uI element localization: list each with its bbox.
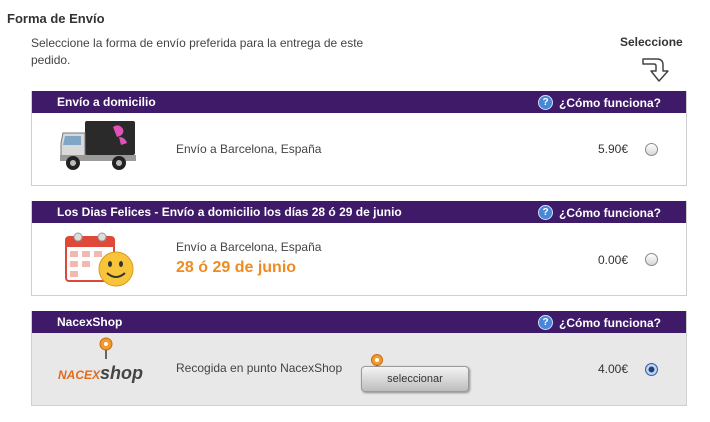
intro-text: Seleccione la forma de envío preferida p… xyxy=(31,36,364,67)
how-it-works-label[interactable]: ¿Cómo funciona? xyxy=(559,206,661,220)
option-radio[interactable] xyxy=(645,253,658,266)
option-radio[interactable] xyxy=(645,363,658,376)
shipping-option-happy-days[interactable]: Los Dias Felices - Envío a domicilio los… xyxy=(31,201,687,296)
how-it-works-link[interactable]: ? ¿Cómo funciona? xyxy=(538,315,661,330)
help-icon[interactable]: ? xyxy=(538,315,553,330)
option-header: Envío a domicilio ? ¿Cómo funciona? xyxy=(32,91,686,113)
how-it-works-link[interactable]: ? ¿Cómo funciona? xyxy=(538,95,661,110)
option-description: Recogida en punto NacexShop xyxy=(176,361,343,375)
how-it-works-label[interactable]: ¿Cómo funciona? xyxy=(559,96,661,110)
option-header: NacexShop ? ¿Cómo funciona? xyxy=(32,311,686,333)
select-pickup-point-button[interactable]: seleccionar xyxy=(361,366,469,392)
page-title: Forma de Envío xyxy=(7,11,105,26)
option-title: Los Dias Felices - Envío a domicilio los… xyxy=(57,205,402,219)
how-it-works-link[interactable]: ? ¿Cómo funciona? xyxy=(538,205,661,220)
option-description: Envío a Barcelona, España xyxy=(176,240,322,254)
shipping-option-home-delivery[interactable]: Envío a domicilio ? ¿Cómo funciona? Enví… xyxy=(31,91,687,186)
option-title: Envío a domicilio xyxy=(57,95,156,109)
how-it-works-label[interactable]: ¿Cómo funciona? xyxy=(559,316,661,330)
option-price: 0.00€ xyxy=(597,253,628,267)
nacex-shop-logo: NACEXshop xyxy=(58,363,144,383)
curved-arrow-icon xyxy=(642,58,669,82)
option-price: 5.90€ xyxy=(597,142,628,156)
option-title: NacexShop xyxy=(57,315,123,329)
help-icon[interactable]: ? xyxy=(538,95,553,110)
shipping-option-nacexshop[interactable]: NacexShop ? ¿Cómo funciona? NACEXshop Re… xyxy=(31,311,687,406)
option-body: NACEXshop Recogida en punto NacexShop se… xyxy=(32,333,686,405)
option-body: Envío a Barcelona, España 28 ó 29 de jun… xyxy=(32,223,686,295)
delivery-dates: 28 ó 29 de junio xyxy=(176,259,297,276)
option-description: Envío a Barcelona, España xyxy=(176,142,322,156)
select-label: Seleccione xyxy=(620,35,683,49)
delivery-truck-icon xyxy=(60,121,136,170)
option-radio[interactable] xyxy=(645,143,658,156)
option-header: Los Dias Felices - Envío a domicilio los… xyxy=(32,201,686,223)
option-body: Envío a Barcelona, España 5.90€ xyxy=(32,113,686,185)
location-pin-icon xyxy=(99,337,113,359)
option-price: 4.00€ xyxy=(597,362,628,376)
calendar-smiley-icon xyxy=(65,232,134,287)
help-icon[interactable]: ? xyxy=(538,205,553,220)
